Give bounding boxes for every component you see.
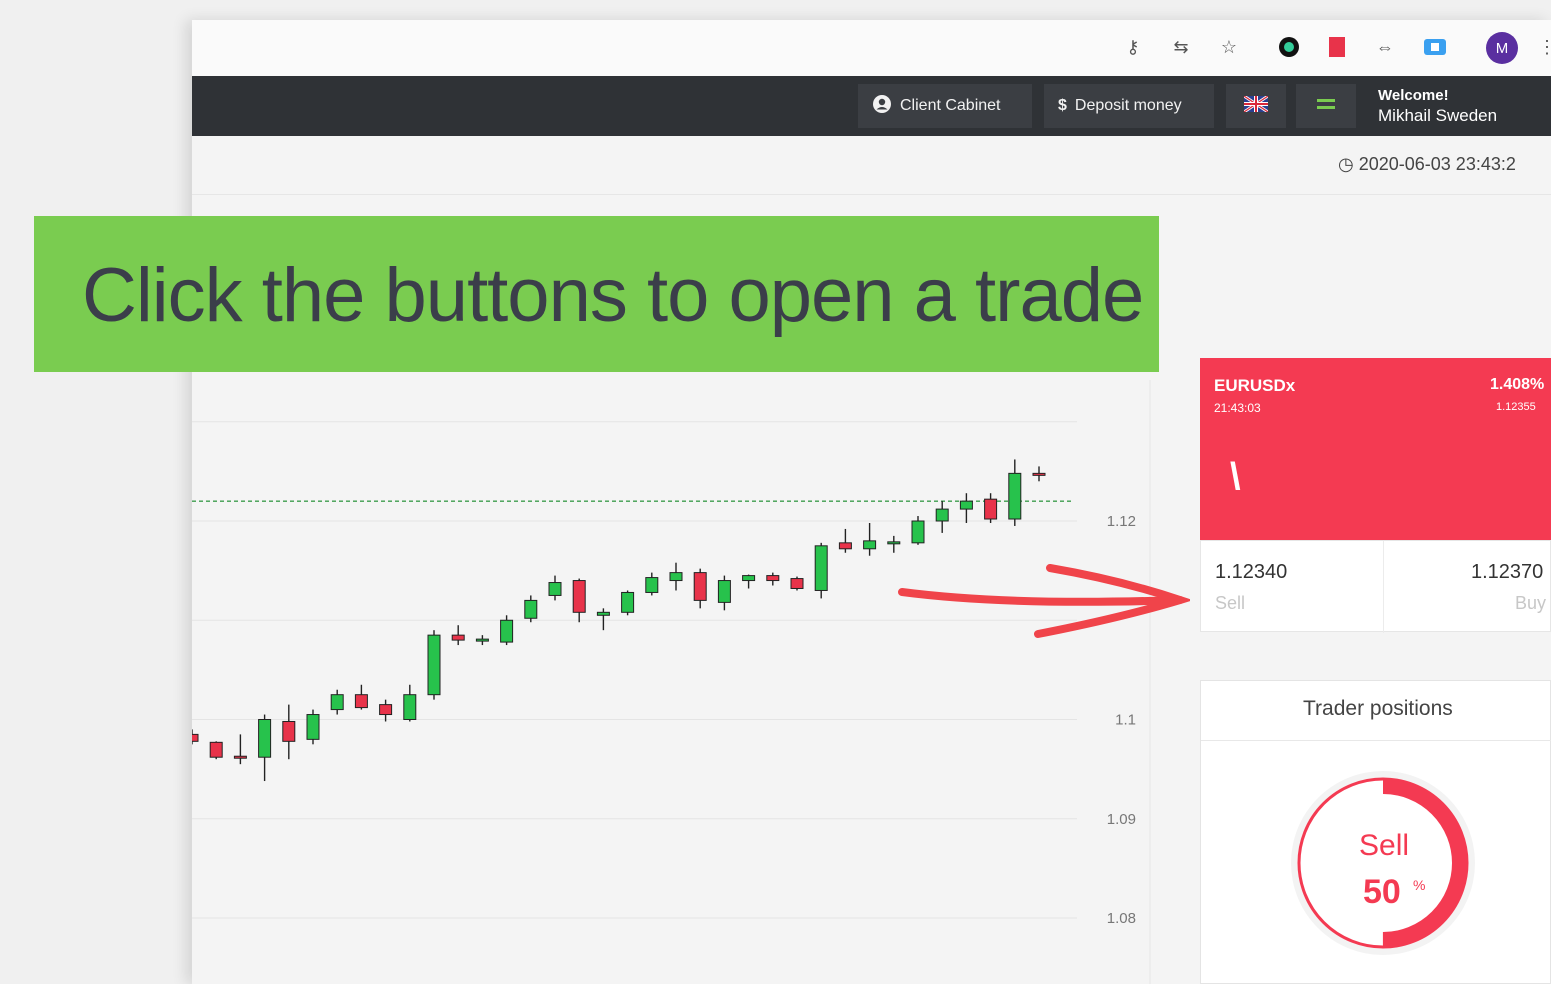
candle-body: [742, 575, 756, 582]
candle-body: [717, 580, 731, 603]
dollar-icon: $: [1058, 97, 1067, 114]
candle-body: [935, 508, 949, 522]
candle-body: [621, 591, 635, 613]
candle-body: [887, 541, 901, 545]
trader-positions-panel: Trader positions Sell 50 %: [1200, 680, 1551, 984]
candle-body: [596, 611, 610, 616]
ticker-change: 1.408%: [1490, 376, 1545, 393]
candle-body: [572, 580, 586, 613]
uk-flag-icon: [1243, 94, 1269, 117]
key-icon[interactable]: ⚷: [1120, 34, 1146, 60]
candle-body: [475, 638, 489, 642]
banner-text: Click the buttons to open a trade: [82, 253, 1144, 338]
ticker-subvalue: 1.12355: [1496, 401, 1536, 413]
server-time-value: 2020-06-03 23:43:2: [1358, 154, 1516, 174]
candle-body: [192, 733, 199, 742]
sell-donut: [1291, 771, 1475, 955]
transfer-button[interactable]: [1296, 84, 1356, 128]
sell-price[interactable]: 1.12340: [1215, 561, 1287, 584]
candle-body: [354, 694, 368, 709]
candle-body: [451, 634, 465, 641]
buy-button[interactable]: Buy: [1515, 593, 1546, 614]
y-tick-label: 1.12: [1107, 513, 1136, 530]
candle-body: [258, 719, 272, 758]
transfer-icon: [1315, 96, 1337, 117]
candle-body: [282, 720, 296, 742]
sell-button[interactable]: Sell: [1215, 593, 1245, 614]
candle-body: [548, 582, 562, 596]
quote-panel: 1.12340 Sell 1.12370 Buy: [1200, 540, 1551, 633]
candle-body: [911, 520, 925, 544]
language-button[interactable]: [1226, 84, 1286, 128]
candle-body: [379, 704, 393, 716]
candle-body: [1008, 472, 1022, 520]
welcome-label: Welcome!: [1378, 87, 1449, 104]
ticker-card[interactable]: EURUSDx 21:43:03 1.408% 1.12355 \: [1200, 358, 1551, 540]
candle-body: [838, 542, 852, 550]
quote-divider: [1383, 541, 1384, 633]
candle-body: [790, 578, 804, 589]
client-cabinet-button[interactable]: Client Cabinet: [858, 84, 1032, 128]
candle-body: [306, 714, 320, 740]
site-navbar: Client Cabinet $ Deposit money Welcome! …: [192, 76, 1551, 136]
y-tick-label: 1.09: [1107, 811, 1136, 828]
candle-body: [814, 545, 828, 591]
profile-avatar[interactable]: M: [1486, 32, 1518, 64]
extension-blue-icon[interactable]: [1422, 34, 1448, 60]
positions-header: Trader positions: [1201, 681, 1551, 741]
browser-toolbar: ⚷ ⇆ ☆ ⇔ M ⋮: [192, 20, 1551, 77]
candle-body: [766, 575, 780, 582]
clock-icon: ◷: [1338, 154, 1354, 174]
star-icon[interactable]: ☆: [1216, 34, 1242, 60]
trend-glyph: \: [1230, 456, 1241, 498]
instruction-banner: Click the buttons to open a trade: [34, 216, 1159, 372]
candle-body: [693, 572, 707, 601]
user-name: Mikhail Sweden: [1378, 106, 1498, 125]
price-chart[interactable]: 1.12 1.1 1.09 1.08: [192, 380, 1152, 984]
candle-body: [959, 500, 973, 510]
candle-body: [863, 540, 877, 550]
candle-body: [984, 498, 998, 520]
buy-price[interactable]: 1.12370: [1471, 561, 1543, 584]
candle-body: [233, 755, 247, 759]
ticker-time: 21:43:03: [1214, 401, 1261, 415]
donut-label: Sell: [1359, 829, 1410, 862]
extension-link-icon[interactable]: ⇔: [1372, 34, 1398, 60]
extension-color-icon[interactable]: [1276, 34, 1302, 60]
candle-body: [500, 619, 514, 643]
extension-red-icon[interactable]: [1324, 34, 1350, 60]
divider: [192, 194, 1551, 195]
client-cabinet-label: Client Cabinet: [900, 97, 1001, 114]
candle-body: [209, 741, 223, 758]
candle-body: [330, 694, 344, 711]
y-tick-label: 1.08: [1107, 910, 1136, 927]
chart-grid: [192, 380, 1151, 984]
donut-value: 50: [1363, 873, 1401, 911]
ticker-symbol: EURUSDx: [1214, 376, 1296, 395]
annotation-arrow: [898, 564, 1190, 638]
welcome-block[interactable]: Welcome! Mikhail Sweden: [1378, 86, 1497, 126]
user-icon: [872, 94, 892, 119]
y-tick-label: 1.1: [1115, 712, 1136, 729]
candle-body: [1032, 472, 1046, 476]
deposit-money-label: Deposit money: [1074, 97, 1182, 114]
donut-unit: %: [1413, 877, 1426, 893]
deposit-money-button[interactable]: $ Deposit money: [1044, 84, 1214, 128]
server-time: ◷ 2020-06-03 23:43:2: [1338, 154, 1516, 175]
menu-icon[interactable]: ⋮: [1534, 34, 1551, 60]
candle-body: [524, 599, 538, 619]
candle-body: [645, 577, 659, 593]
positions-title: Trader positions: [1303, 697, 1453, 720]
translate-icon[interactable]: ⇆: [1168, 34, 1194, 60]
candle-body: [427, 634, 441, 696]
candle-body: [669, 572, 683, 582]
candle-body: [403, 694, 417, 720]
